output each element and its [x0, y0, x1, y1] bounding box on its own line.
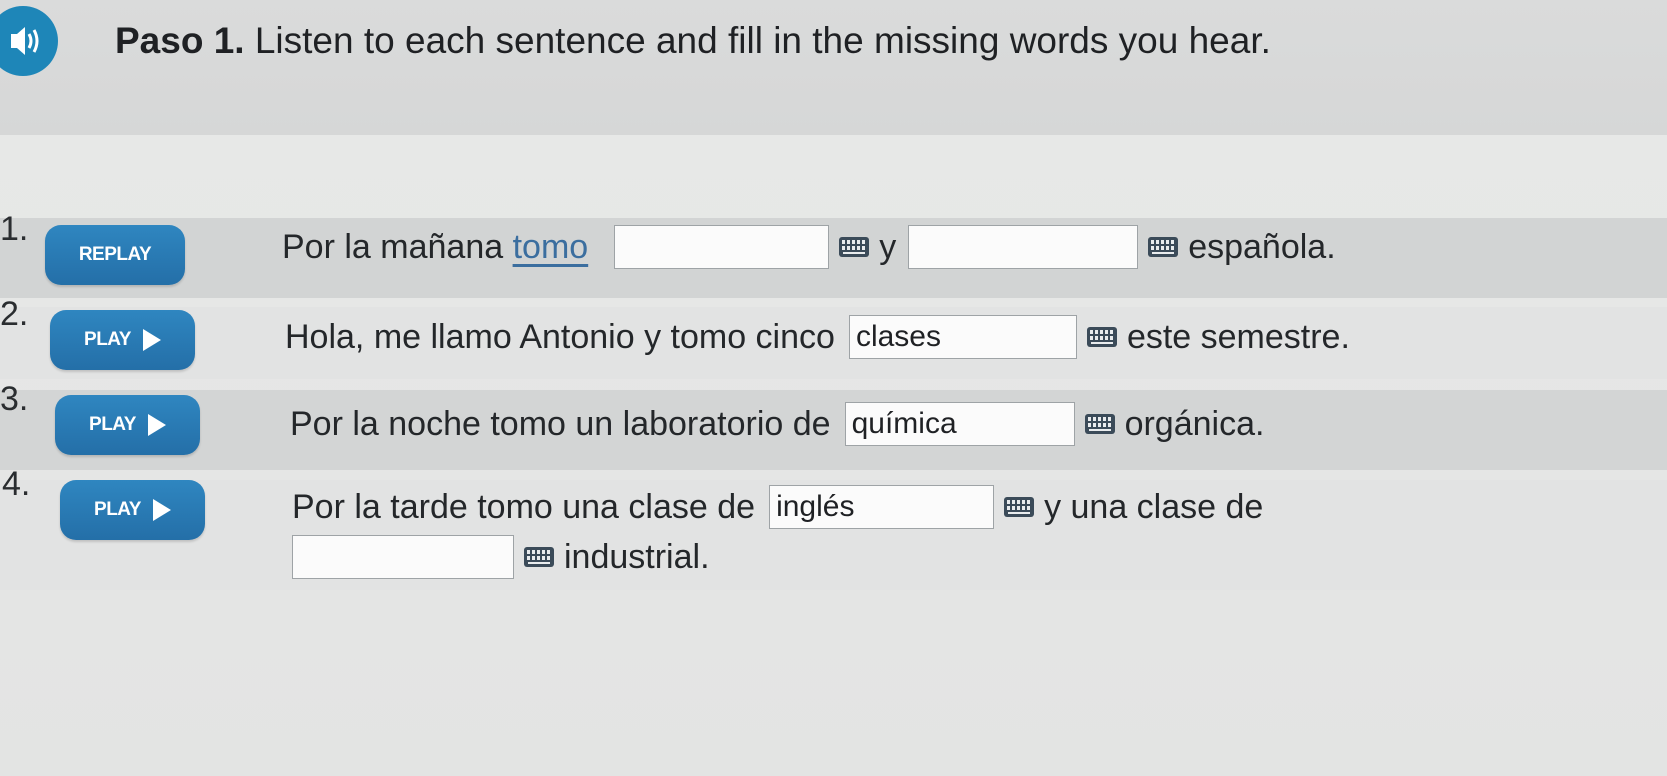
- sentence-3: Por la noche tomo un laboratorio de orgá…: [290, 402, 1264, 446]
- audio-instruction-button[interactable]: [0, 6, 58, 76]
- sentence-2-text-after: este semestre.: [1126, 317, 1350, 356]
- play-button-3[interactable]: PLAY: [55, 395, 200, 455]
- keyboard-icon[interactable]: [1004, 497, 1035, 517]
- sentence-4-text-after: industrial.: [564, 537, 710, 576]
- instruction-sentence: Listen to each sentence and fill in the …: [254, 20, 1271, 61]
- item-number-3: 3.: [0, 380, 29, 418]
- sentence-3-text-after: orgánica.: [1124, 404, 1265, 443]
- sentence-1-text-before: Por la mañana: [282, 227, 504, 266]
- replay-button-1[interactable]: REPLAY: [45, 225, 185, 285]
- answer-input-4b[interactable]: [292, 535, 514, 579]
- keyboard-icon[interactable]: [839, 237, 870, 257]
- sentence-4-text-before: Por la tarde tomo una clase de: [292, 487, 756, 526]
- answer-input-1b[interactable]: [908, 225, 1139, 269]
- shown-answer-tomo: tomo: [512, 227, 589, 266]
- answer-input-4a[interactable]: [769, 485, 995, 529]
- keyboard-icon[interactable]: [1148, 237, 1179, 257]
- replay-button-label: REPLAY: [78, 244, 152, 265]
- sentence-2: Hola, me llamo Antonio y tomo cinco este…: [285, 315, 1350, 359]
- item-number-1: 1.: [0, 210, 29, 248]
- exercise-area: 1. REPLAY Por la mañana tomo y española.…: [0, 135, 1667, 776]
- sentence-1: Por la mañana tomo y española.: [282, 225, 1336, 269]
- speaker-icon: [11, 27, 39, 55]
- keyboard-icon[interactable]: [1084, 414, 1115, 434]
- play-triangle-icon: [152, 499, 171, 521]
- play-triangle-icon: [147, 414, 166, 436]
- item-number-4: 4.: [2, 465, 31, 503]
- sentence-4-text-middle: y una clase de: [1044, 487, 1264, 526]
- play-button-label: PLAY: [84, 329, 131, 350]
- item-number-2: 2.: [0, 295, 29, 333]
- sentence-4-line-1: Por la tarde tomo una clase de y una cla…: [292, 485, 1263, 529]
- sentence-2-text-before: Hola, me llamo Antonio y tomo cinco: [285, 317, 835, 356]
- sentence-3-text-before: Por la noche tomo un laboratorio de: [290, 404, 831, 443]
- keyboard-icon[interactable]: [1086, 327, 1117, 347]
- step-label: Paso 1.: [115, 20, 245, 61]
- answer-input-3[interactable]: [844, 402, 1075, 446]
- sentence-1-text-after: española.: [1188, 227, 1336, 266]
- play-triangle-icon: [142, 329, 161, 351]
- play-button-label: PLAY: [89, 414, 136, 435]
- play-button-label: PLAY: [94, 499, 141, 520]
- sentence-1-connector: y: [879, 227, 897, 266]
- instruction-header: Paso 1. Listen to each sentence and fill…: [0, 0, 1667, 135]
- instruction-text: Paso 1. Listen to each sentence and fill…: [115, 20, 1271, 62]
- keyboard-icon[interactable]: [524, 547, 554, 567]
- play-button-2[interactable]: PLAY: [50, 310, 195, 370]
- sentence-4-line-2: industrial.: [292, 535, 710, 579]
- answer-input-2[interactable]: [848, 315, 1077, 359]
- answer-input-1a[interactable]: [614, 225, 830, 269]
- play-button-4[interactable]: PLAY: [60, 480, 205, 540]
